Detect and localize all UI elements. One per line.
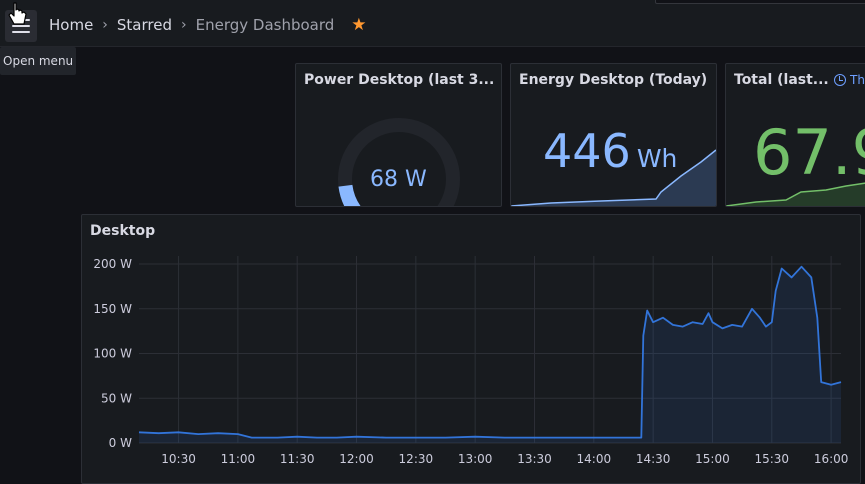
y-tick-label: 100 W <box>93 347 132 361</box>
x-tick-label: 11:30 <box>280 452 315 466</box>
energy-number: 446 <box>543 124 631 178</box>
top-navigation-bar: Home › Starred › Energy Dashboard ★ <box>0 0 865 47</box>
energy-value: 446 Wh <box>543 124 677 178</box>
breadcrumb-current-page: Energy Dashboard <box>195 16 335 34</box>
x-tick-label: 13:00 <box>458 452 493 466</box>
x-tick-label: 13:30 <box>517 452 552 466</box>
x-tick-label: 10:30 <box>161 452 196 466</box>
favorite-star-icon[interactable]: ★ <box>351 16 366 34</box>
gauge-fill <box>338 184 361 206</box>
x-tick-label: 14:30 <box>636 452 671 466</box>
desktop-power-chart: 0 W 50 W 100 W 150 W 200 W 10:30 11:00 11:30 12:… <box>93 256 849 466</box>
series-area <box>139 266 841 443</box>
x-tick-label: 16:00 <box>814 452 849 466</box>
total-value: 67.9 <box>753 116 865 189</box>
power-desktop-panel[interactable]: Power Desktop (last 3... 68 W <box>295 63 502 207</box>
mouse-pointer-icon <box>8 2 27 25</box>
breadcrumb: Home › Starred › Energy Dashboard ★ <box>49 16 367 34</box>
x-tick-label: 14:00 <box>577 452 612 466</box>
total-panel[interactable]: Total (last... Th 67.9 <box>725 63 865 207</box>
gauge-track <box>338 118 460 206</box>
hamburger-icon <box>12 31 30 33</box>
breadcrumb-starred-link[interactable]: Starred <box>117 16 172 34</box>
gauge-value: 68 W <box>370 167 427 192</box>
x-tick-label: 12:00 <box>339 452 374 466</box>
x-tick-label: 15:00 <box>695 452 730 466</box>
breadcrumb-separator: › <box>181 17 187 33</box>
y-tick-label: 50 W <box>101 391 132 405</box>
x-tick-label: 12:30 <box>399 452 434 466</box>
energy-desktop-panel[interactable]: Energy Desktop (Today) 446 Wh <box>510 63 717 207</box>
y-tick-label: 150 W <box>93 302 132 316</box>
x-tick-label: 11:00 <box>221 452 256 466</box>
breadcrumb-home-link[interactable]: Home <box>49 16 93 34</box>
breadcrumb-separator: › <box>102 17 108 33</box>
open-menu-tooltip: Open menu <box>0 47 77 75</box>
x-tick-label: 15:30 <box>754 452 789 466</box>
y-tick-label: 200 W <box>93 257 132 271</box>
y-tick-label: 0 W <box>109 436 132 450</box>
desktop-timeseries-panel[interactable]: Desktop 0 W 50 W 100 W 150 W 200 W 10:30 11:00… <box>81 214 861 484</box>
energy-unit: Wh <box>636 144 678 173</box>
search-bar[interactable] <box>655 0 865 4</box>
